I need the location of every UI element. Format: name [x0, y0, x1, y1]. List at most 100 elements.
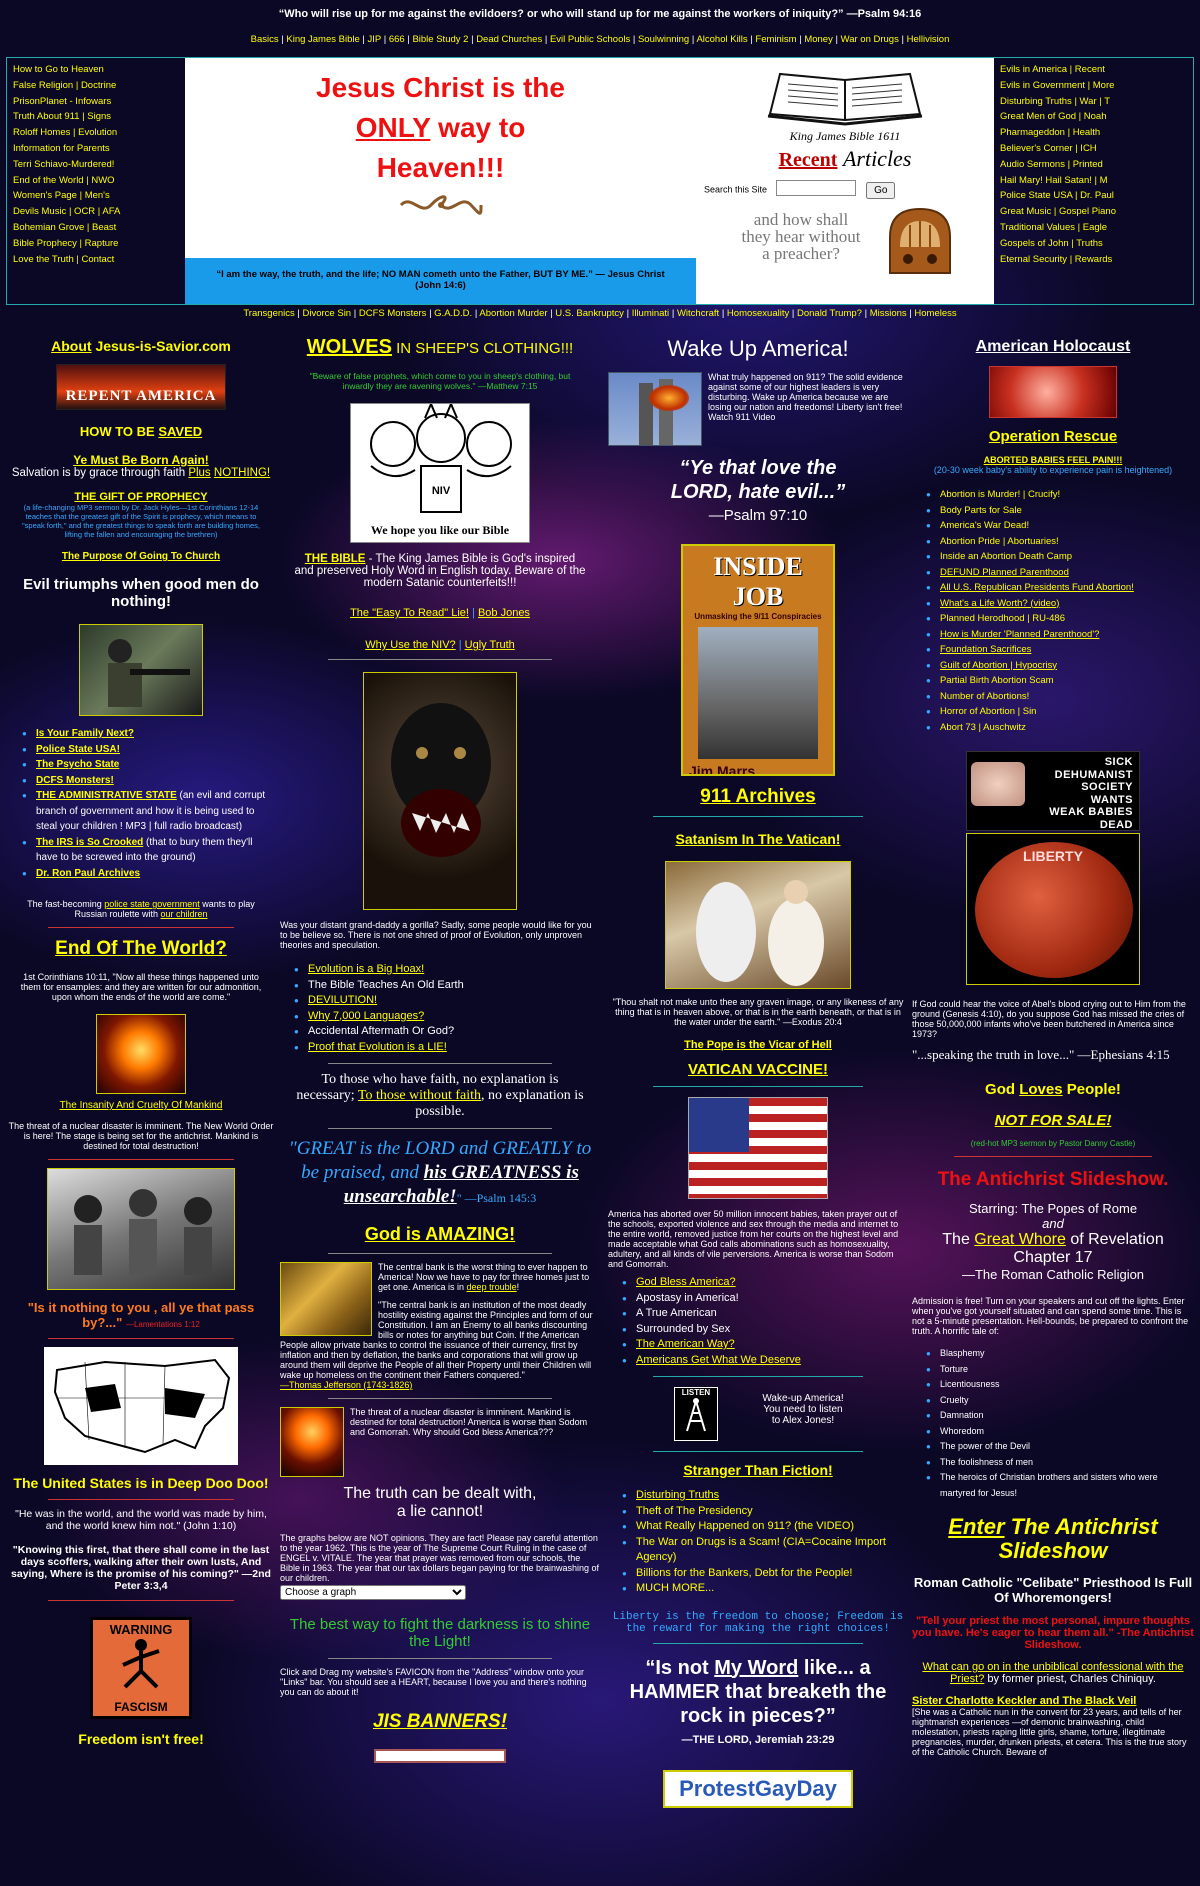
list-item[interactable]: Body Parts for Sale	[926, 503, 1194, 519]
list-item[interactable]: Surrounded by Sex	[622, 1322, 908, 1338]
sub-nav-link[interactable]: Illuminati	[632, 308, 670, 319]
list-item[interactable]: All U.S. Republican Presidents Fund Abor…	[926, 580, 1194, 596]
inside-job-book[interactable]: INSIDE JOB Unmasking the 9/11 Conspiraci…	[681, 544, 835, 776]
list-item[interactable]: DEFUND Planned Parenthood	[926, 565, 1194, 581]
nav-link[interactable]: Dead Churches	[476, 34, 542, 45]
list-item[interactable]: Disturbing Truths	[622, 1488, 908, 1504]
easy-read-link[interactable]: The "Easy To Read" Lie!	[350, 607, 469, 619]
god-amazing[interactable]: God is AMAZING!	[280, 1224, 600, 1245]
list-item[interactable]: Foundation Sacrifices	[926, 642, 1194, 658]
list-item[interactable]: DEVILUTION!	[294, 993, 600, 1009]
enter-slideshow[interactable]: Enter The Antichrist Slideshow	[912, 1515, 1194, 1563]
left-link[interactable]: How to Go to Heaven	[13, 64, 104, 75]
list-item[interactable]: The War on Drugs is a Scam! (CIA=Cocaine…	[622, 1535, 908, 1566]
vatican-vaccine[interactable]: VATICAN VACCINE!	[608, 1061, 908, 1078]
list-item[interactable]: The IRS is So Crooked (that to bury them…	[22, 835, 274, 866]
left-link[interactable]: Devils Music | OCR | AFA	[13, 206, 120, 217]
sub-nav-link[interactable]: Missions	[870, 308, 907, 319]
pope-photo[interactable]	[665, 861, 851, 989]
how-to-be-saved[interactable]: HOW TO BE SAVED	[8, 424, 274, 439]
left-link[interactable]: Women's Page | Men's	[13, 190, 110, 201]
left-link[interactable]: False Religion | Doctrine	[13, 80, 116, 91]
explosion-photo[interactable]	[96, 1014, 186, 1094]
freedom-not-free[interactable]: Freedom isn't free!	[8, 1731, 274, 1747]
list-item[interactable]: THE ADMINISTRATIVE STATE (an evil and co…	[22, 788, 274, 835]
right-link[interactable]: Great Men of God | Noah	[1000, 111, 1107, 122]
list-item[interactable]: Apostasy in America!	[622, 1291, 908, 1307]
antichrist-slideshow-title[interactable]: The Antichrist Slideshow.	[912, 1169, 1194, 1191]
list-item[interactable]: Theft of The Presidency	[622, 1504, 908, 1520]
wtc-photo[interactable]	[608, 372, 702, 446]
list-item[interactable]: Partial Birth Abortion Scam	[926, 673, 1194, 689]
list-item[interactable]: Number of Abortions!	[926, 689, 1194, 705]
list-item[interactable]: Is Your Family Next?	[22, 726, 274, 742]
list-item[interactable]: Planned Herodhood | RU-486	[926, 611, 1194, 627]
jis-banners[interactable]: JIS BANNERS!	[280, 1711, 600, 1733]
nav-link[interactable]: Hellivision	[907, 34, 950, 45]
not-for-sale[interactable]: NOT FOR SALE!	[912, 1112, 1194, 1129]
list-item[interactable]: How is Murder 'Planned Parenthood'?	[926, 627, 1194, 643]
nav-link[interactable]: 666	[389, 34, 405, 45]
right-link[interactable]: Gospels of John | Truths	[1000, 238, 1103, 249]
go-button[interactable]: Go	[866, 181, 896, 199]
sub-nav-link[interactable]: Homeless	[914, 308, 956, 319]
right-link[interactable]: Evils in America | Recent	[1000, 64, 1105, 75]
list-item[interactable]: MUCH MORE...	[622, 1581, 908, 1597]
nav-link[interactable]: Soulwinning	[638, 34, 689, 45]
list-item[interactable]: America's War Dead!	[926, 518, 1194, 534]
search-input[interactable]	[775, 180, 856, 196]
list-item[interactable]: DCFS Monsters!	[22, 773, 274, 789]
gold-bars-photo[interactable]	[280, 1262, 372, 1336]
fascism-warning-sign[interactable]: WARNING FASCISM	[90, 1617, 192, 1719]
american-holocaust[interactable]: American Holocaust	[912, 338, 1194, 356]
purpose-church[interactable]: The Purpose Of Going To Church	[8, 551, 274, 562]
list-item[interactable]: Americans Get What We Deserve	[622, 1353, 908, 1369]
wolves-heading[interactable]: WOLVES IN SHEEP'S CLOTHING!!!	[280, 336, 600, 359]
protest-gay-day-banner[interactable]: ProtestGayDay	[663, 1769, 853, 1808]
pope-vicar[interactable]: The Pope is the Vicar of Hell	[608, 1039, 908, 1051]
sub-nav-link[interactable]: G.A.D.D.	[434, 308, 472, 319]
nav-link[interactable]: Basics	[251, 34, 279, 45]
sub-nav-link[interactable]: Divorce Sin	[303, 308, 352, 319]
banner-thumb[interactable]	[374, 1749, 506, 1763]
graph-select[interactable]: Choose a graph	[280, 1585, 466, 1600]
right-link[interactable]: Pharmageddon | Health	[1000, 127, 1100, 138]
sick-society-banner[interactable]: SICK DEHUMANIST SOCIETY WANTS WEAK BABIES DEA…	[966, 751, 1140, 831]
right-link[interactable]: Eternal Security | Rewards	[1000, 254, 1112, 265]
stranger-than-fiction[interactable]: Stranger Than Fiction!	[608, 1462, 908, 1478]
nav-link[interactable]: Feminism	[755, 34, 796, 45]
penny-babies-photo[interactable]: LIBERTY	[966, 833, 1140, 985]
sub-nav-link[interactable]: Donald Trump?	[797, 308, 862, 319]
list-item[interactable]: Abortion is Murder! | Crucify!	[926, 487, 1194, 503]
list-item[interactable]: What Really Happened on 911? (the VIDEO)	[622, 1519, 908, 1535]
aborted-feel-pain[interactable]: ABORTED BABIES FEEL PAIN!!!	[912, 455, 1194, 465]
list-item[interactable]: What's a Life Worth? (video)	[926, 596, 1194, 612]
list-item[interactable]: Horror of Abortion | Sin	[926, 704, 1194, 720]
list-item[interactable]: The American Way?	[622, 1337, 908, 1353]
left-link[interactable]: Truth About 911 | Signs	[13, 111, 111, 122]
list-item[interactable]: A True American	[622, 1306, 908, 1322]
right-link[interactable]: Hail Mary! Hail Satan! | M	[1000, 175, 1108, 186]
operation-rescue[interactable]: Operation Rescue	[912, 428, 1194, 445]
sub-nav-link[interactable]: Homosexuality	[727, 308, 789, 319]
sub-nav-link[interactable]: Witchcraft	[677, 308, 719, 319]
repent-america-banner[interactable]: REPENT AMERICA	[56, 364, 226, 410]
nav-link[interactable]: Bible Study 2	[412, 34, 468, 45]
left-link[interactable]: Love the Truth | Contact	[13, 254, 114, 265]
list-item[interactable]: Dr. Ron Paul Archives	[22, 866, 274, 882]
list-item[interactable]: Police State USA!	[22, 742, 274, 758]
nav-link[interactable]: JIP	[368, 34, 382, 45]
right-link[interactable]: Disturbing Truths | War | T	[1000, 96, 1110, 107]
right-link[interactable]: Great Music | Gospel Piano	[1000, 206, 1116, 217]
listen-badge[interactable]: LISTEN	[674, 1387, 718, 1441]
preacher-graphic[interactable]: and how shall they hear without a preacher…	[730, 207, 960, 277]
nav-link[interactable]: Evil Public Schools	[550, 34, 630, 45]
list-item[interactable]: The Bible Teaches An Old Earth	[294, 978, 600, 994]
list-item[interactable]: Abortion Pride | Abortuaries!	[926, 534, 1194, 550]
born-again[interactable]: Ye Must Be Born Again!	[8, 453, 274, 467]
nav-link[interactable]: King James Bible	[286, 34, 359, 45]
recent-articles-heading[interactable]: Recent Articles	[696, 146, 994, 172]
satanism-vatican[interactable]: Satanism In The Vatican!	[608, 831, 908, 847]
left-link[interactable]: Information for Parents	[13, 143, 110, 154]
us-map-graphic[interactable]	[44, 1347, 238, 1465]
